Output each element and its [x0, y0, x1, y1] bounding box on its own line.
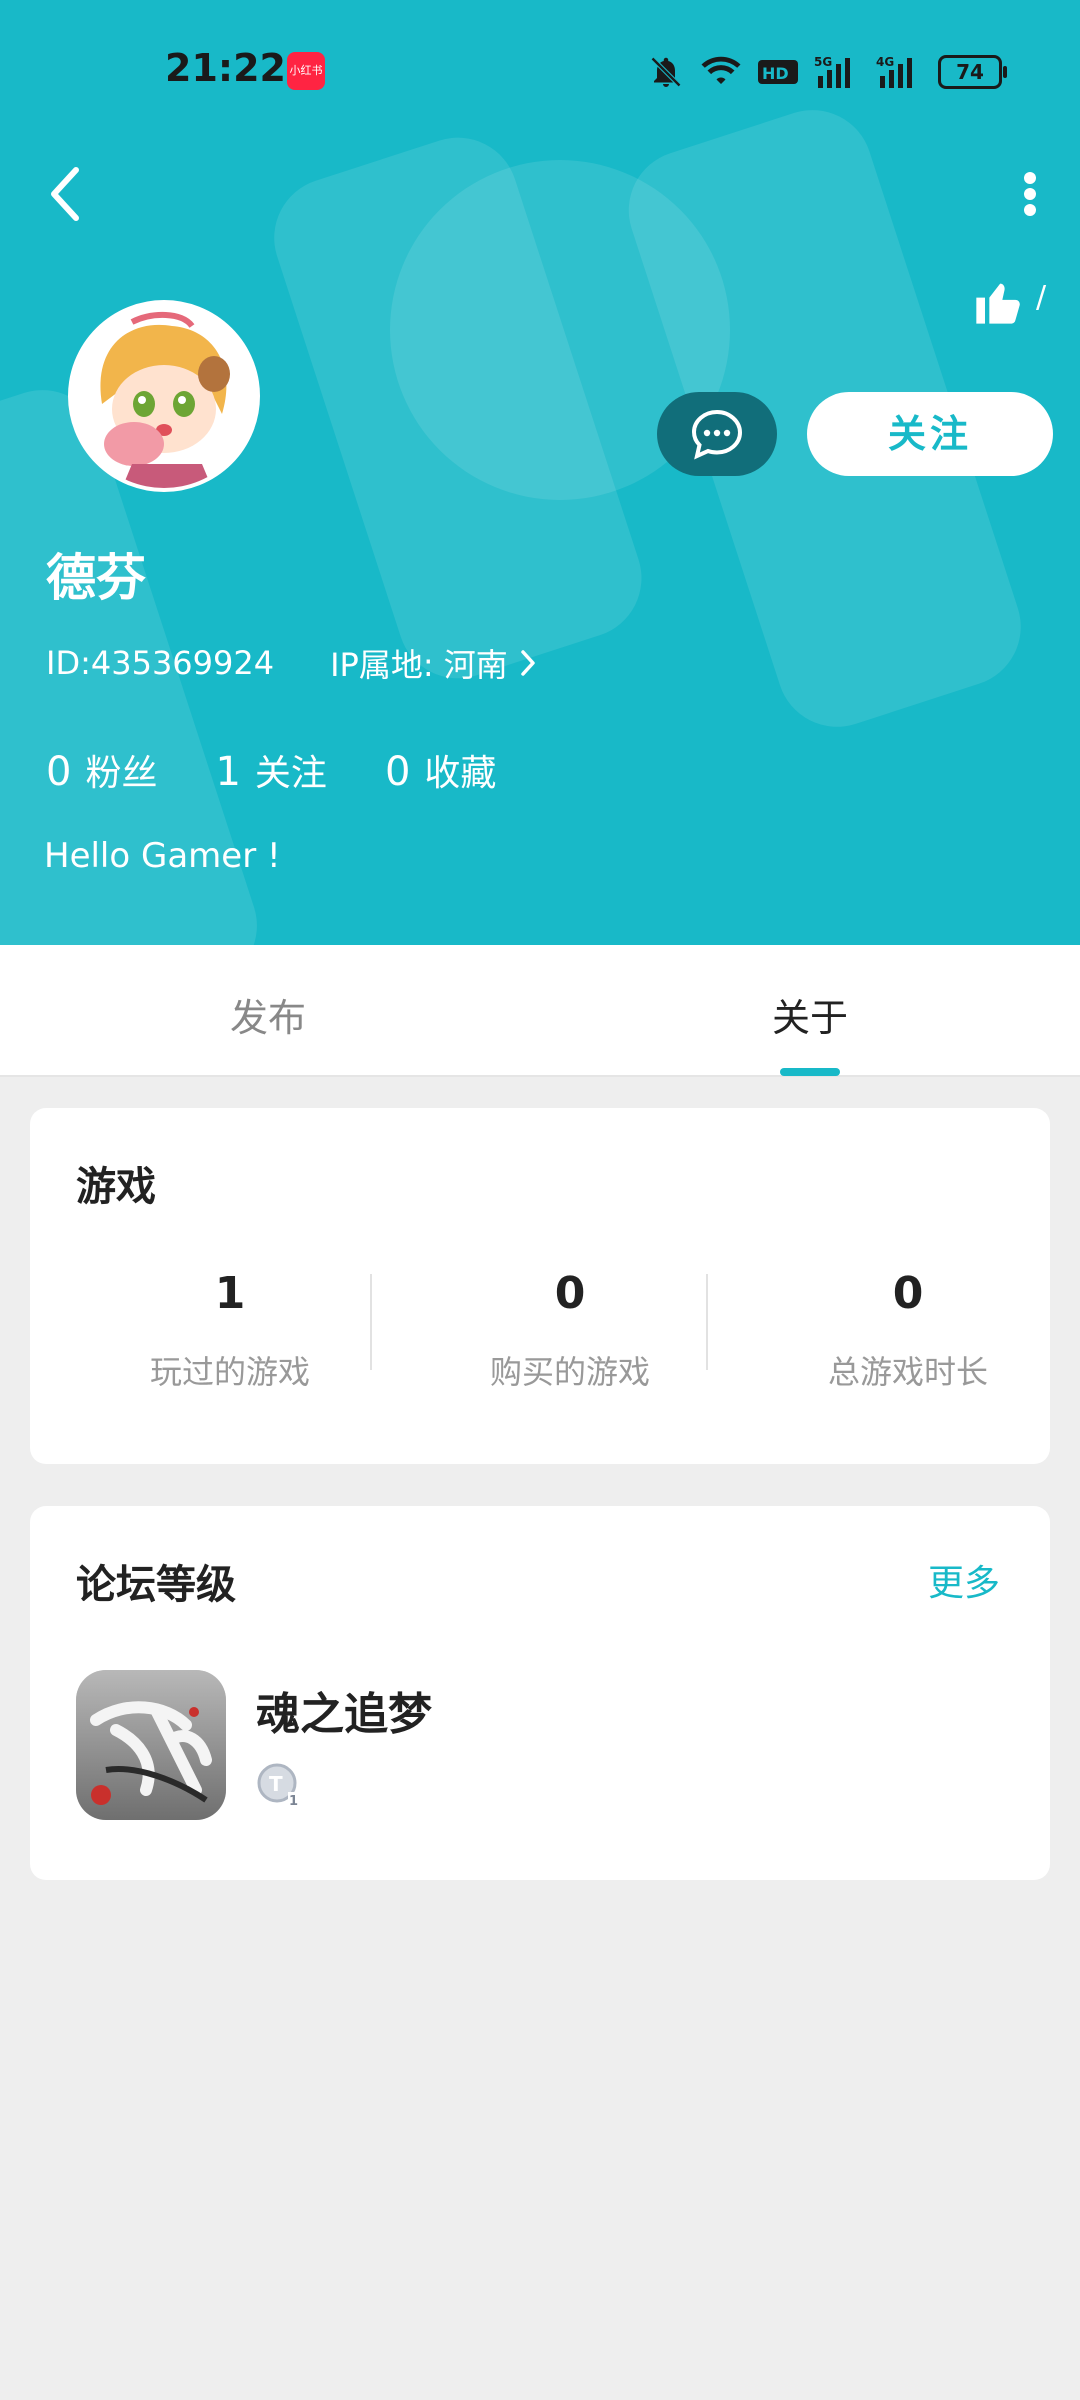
stat-favorites-count: 0 — [384, 749, 411, 795]
chevron-left-icon — [51, 167, 79, 221]
purchased-games-value: 0 — [554, 1268, 586, 1319]
profile-stats: 0 粉丝 1 关注 0 收藏 — [46, 744, 496, 796]
svg-text:4G: 4G — [876, 55, 894, 69]
profile-header: 21:22 小红书 HD 5G 4G 74 / 关注 德芬 ID:4353699… — [0, 0, 1080, 945]
purchased-games-stat[interactable]: 0 购买的游戏 — [400, 1268, 740, 1393]
active-tab-indicator — [780, 1068, 840, 1076]
level-badge-icon: T 1 — [257, 1763, 298, 1808]
divider — [706, 1274, 708, 1370]
chevron-right-icon — [521, 650, 535, 676]
forum-level-card: 论坛等级 更多 魂之追梦 T 1 — [30, 1506, 1050, 1880]
bell-off-icon — [650, 56, 682, 88]
purchased-games-label: 购买的游戏 — [489, 1353, 650, 1391]
stat-following-count: 1 — [215, 749, 241, 795]
more-options-button[interactable] — [1010, 164, 1050, 224]
games-card: 游戏 1 玩过的游戏 0 购买的游戏 0 总游戏时长 — [30, 1108, 1050, 1464]
games-card-title: 游戏 — [76, 1164, 156, 1210]
profile-tabs: 发布 关于 — [0, 945, 1080, 1077]
total-playtime-stat[interactable]: 0 总游戏时长 — [738, 1268, 1078, 1393]
game-icon-image — [76, 1670, 226, 1820]
svg-text:T: T — [269, 1772, 283, 1796]
played-games-value: 1 — [214, 1268, 246, 1319]
4g-signal-icon: 4G — [876, 55, 912, 88]
svg-text:1: 1 — [289, 1794, 298, 1808]
message-button[interactable] — [657, 392, 777, 476]
stat-favorites-label: 收藏 — [424, 753, 497, 794]
played-games-label: 玩过的游戏 — [149, 1353, 310, 1391]
chat-bubble-icon — [691, 409, 743, 460]
xiaohongshu-app-icon: 小红书 — [287, 52, 325, 90]
thumbs-up-icon[interactable] — [972, 276, 1024, 328]
status-time: 21:22 — [165, 46, 286, 90]
stat-favorites[interactable]: 0 收藏 — [385, 744, 496, 796]
5g-signal-icon: 5G — [814, 55, 850, 88]
game-name: 魂之追梦 — [256, 1689, 432, 1740]
back-button[interactable] — [42, 164, 90, 224]
stat-following[interactable]: 1 关注 — [215, 744, 326, 796]
more-vertical-icon — [1024, 172, 1036, 216]
played-games-stat[interactable]: 1 玩过的游戏 — [60, 1268, 400, 1393]
like-count: / — [1036, 280, 1047, 315]
tab-posts[interactable]: 发布 — [230, 987, 306, 1042]
profile-nickname: 德芬 — [46, 549, 146, 607]
anime-avatar-image — [72, 304, 256, 488]
avatar[interactable] — [68, 300, 260, 492]
hd-icon: HD — [758, 60, 798, 84]
wifi-icon — [701, 56, 741, 84]
status-icons: HD 5G 4G 74 — [648, 50, 1007, 94]
ip-location: IP属地: 河南 — [330, 646, 508, 684]
id-ip-line[interactable]: ID:435369924 IP属地: 河南 — [46, 640, 538, 686]
tab-about[interactable]: 关于 — [772, 987, 848, 1042]
stat-fans-label: 粉丝 — [85, 753, 158, 794]
stat-fans-count: 0 — [46, 749, 72, 795]
svg-text:5G: 5G — [814, 55, 832, 69]
total-playtime-value: 0 — [892, 1268, 924, 1319]
battery-indicator: 74 — [938, 55, 1007, 89]
status-bar: 21:22 小红书 HD 5G 4G 74 — [0, 0, 1080, 140]
follow-button[interactable]: 关注 — [807, 392, 1053, 476]
svg-text:HD: HD — [762, 64, 789, 83]
divider — [370, 1274, 372, 1370]
forum-card-title: 论坛等级 — [76, 1562, 236, 1608]
game-icon[interactable] — [76, 1670, 226, 1820]
profile-bio: Hello Gamer ! — [44, 836, 281, 876]
stat-following-label: 关注 — [254, 753, 327, 794]
user-id: ID:435369924 — [46, 644, 275, 682]
stat-fans[interactable]: 0 粉丝 — [46, 744, 157, 796]
more-link[interactable]: 更多 — [928, 1554, 1000, 1606]
total-playtime-label: 总游戏时长 — [827, 1353, 988, 1391]
